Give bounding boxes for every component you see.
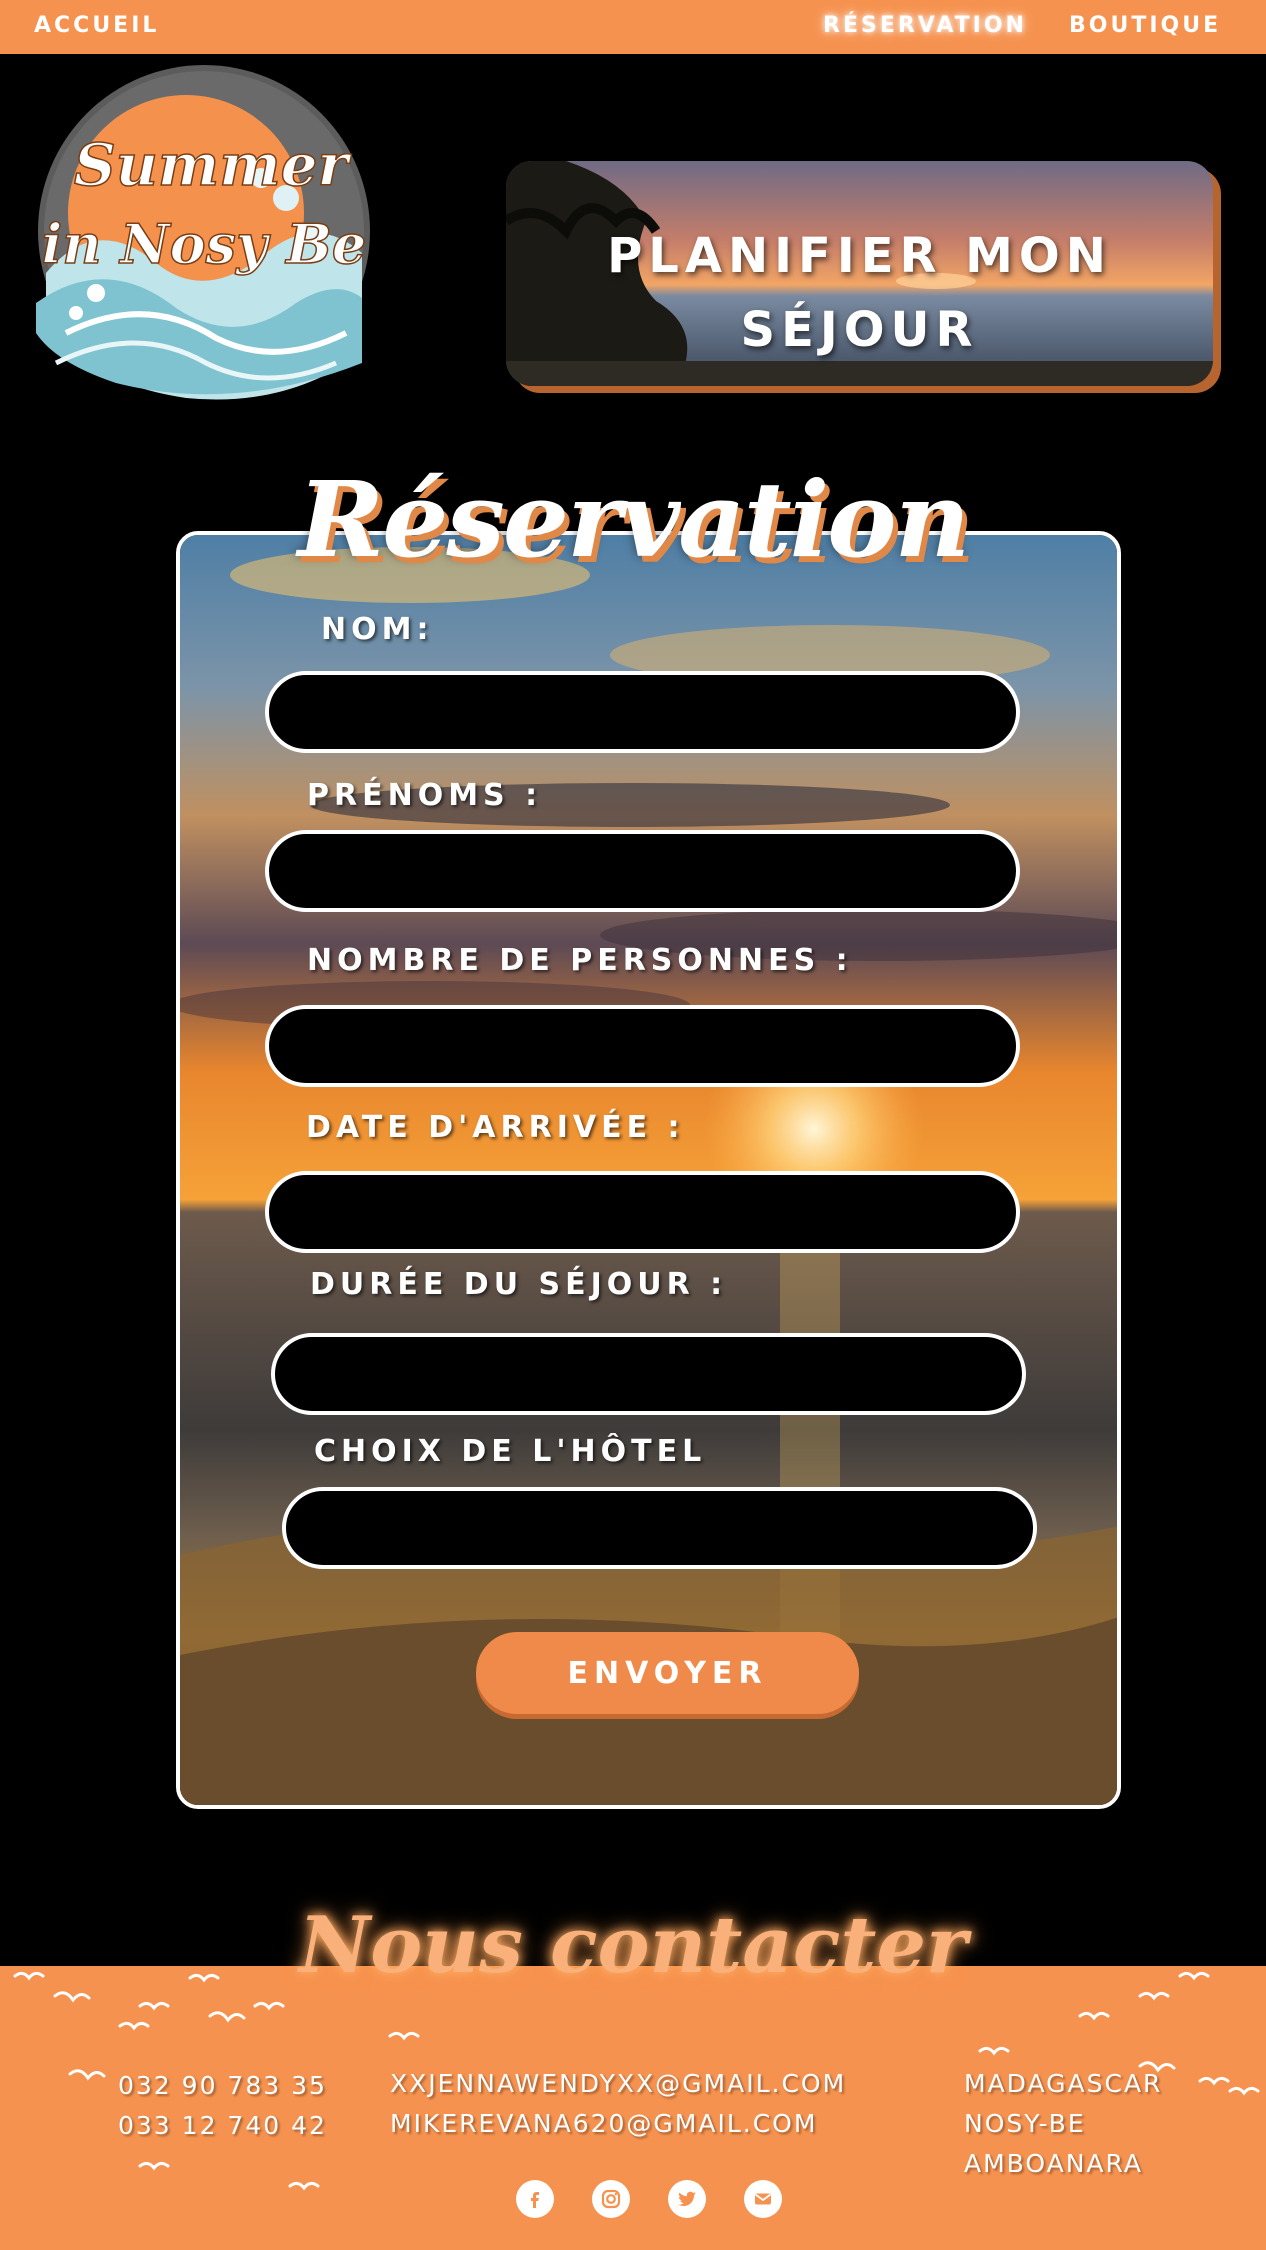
address-country: MADAGASCAR [964,2069,1163,2098]
phone-1: 032 90 783 35 [118,2071,327,2100]
email-2[interactable]: MIKEREVANA620@GMAIL.COM [390,2104,846,2144]
contact-title: Nous contacter [298,1900,968,1991]
logo-text-summer: Summer [74,131,353,199]
reservation-title: Réservation [297,458,970,581]
envoyer-button[interactable]: ENVOYER [476,1632,859,1714]
email-list: XXJENNAWENDYXX@GMAIL.COM MIKEREVANA620@G… [390,2064,846,2144]
address-town: AMBOANARA [964,2149,1143,2178]
email-1[interactable]: XXJENNAWENDYXX@GMAIL.COM [390,2064,846,2104]
logo-text-nosy-be: in Nosy Be [42,212,367,276]
phone-2: 033 12 740 42 [118,2111,327,2140]
mail-icon[interactable] [744,2180,782,2218]
social-links [516,2180,782,2218]
prenoms-input[interactable] [265,830,1020,912]
instagram-icon[interactable] [592,2180,630,2218]
address: MADAGASCAR NOSY-BE AMBOANARA [964,2064,1162,2184]
address-island: NOSY-BE [964,2109,1086,2138]
plan-sejour-button[interactable]: PLANIFIER MON SÉJOUR [506,161,1213,386]
summer-nosy-be-logo[interactable]: Summer in Nosy Be [36,63,372,403]
top-nav: ACCUEIL RÉSERVATION BOUTIQUE [0,0,1266,54]
nav-reservation-link[interactable]: RÉSERVATION [823,13,1027,38]
nom-input[interactable] [265,671,1020,753]
label-nombre-personnes: NOMBRE DE PERSONNES : [307,943,853,978]
facebook-icon[interactable] [516,2180,554,2218]
label-prenoms: PRÉNOMS : [307,778,543,813]
nav-boutique-link[interactable]: BOUTIQUE [1069,13,1221,38]
nav-accueil-link[interactable]: ACCUEIL [34,13,159,38]
nombre-personnes-input[interactable] [265,1005,1020,1087]
plan-title-line1: PLANIFIER MON [607,228,1112,284]
duree-sejour-input[interactable] [271,1333,1026,1415]
label-nom: NOM: [321,612,434,647]
plan-title-line2: SÉJOUR [740,302,979,358]
date-arrivee-input[interactable] [265,1171,1020,1253]
choix-hotel-input[interactable] [282,1487,1037,1569]
twitter-icon[interactable] [668,2180,706,2218]
label-duree-sejour: DURÉE DU SÉJOUR : [310,1267,728,1302]
plan-title: PLANIFIER MON SÉJOUR [506,219,1213,367]
label-date-arrivee: DATE D'ARRIVÉE : [306,1110,685,1145]
phone-list: 032 90 783 35 033 12 740 42 [118,2066,327,2146]
label-choix-hotel: CHOIX DE L'HÔTEL [314,1434,707,1469]
